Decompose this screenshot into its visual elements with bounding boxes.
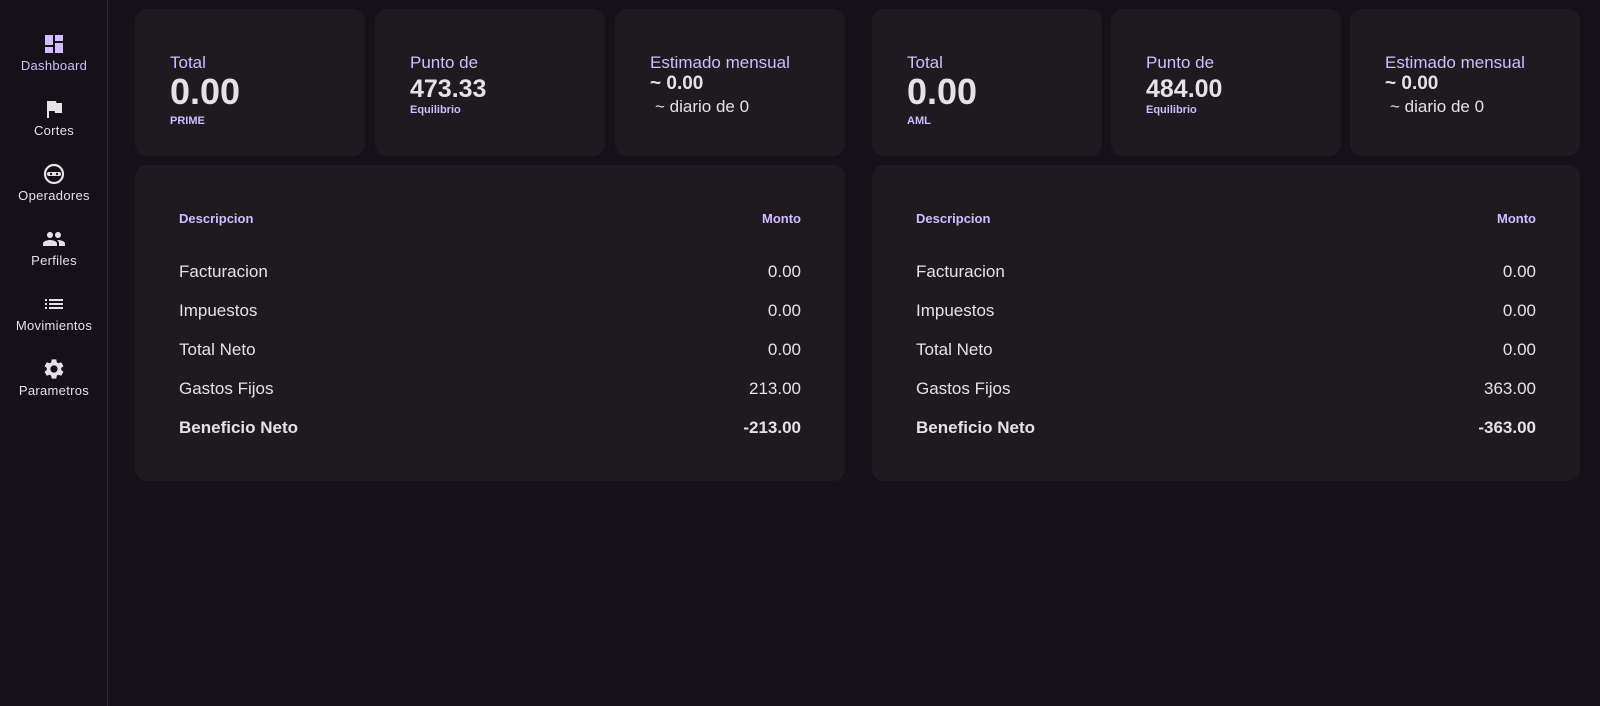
summary-table-aml: Descripcion Monto Facturacion 0.00 Impues… [872, 165, 1580, 481]
total-card-prime: Total 0.00 PRIME [135, 9, 365, 156]
table-row-total: Beneficio Neto -363.00 [916, 418, 1536, 442]
stat-value: ~ 0.00 [1385, 73, 1439, 94]
dashboard-icon [45, 35, 63, 53]
stat-daily: ~ diario de 0 [1390, 97, 1485, 116]
nav-label: Movimientos [15, 318, 93, 333]
row-description: Total Neto [179, 340, 256, 359]
breakeven-card-aml: Punto de 484.00 Equilibrio [1111, 9, 1341, 156]
nav-label: Parametros [18, 383, 90, 398]
stat-sublabel: PRIME [170, 115, 205, 127]
row-description: Facturacion [916, 262, 1005, 281]
table-row: Gastos Fijos 363.00 [916, 379, 1536, 403]
stat-label: Punto de [410, 53, 479, 72]
row-amount: -213.00 [743, 418, 801, 437]
stat-label: Estimado mensual [1385, 53, 1525, 72]
column-header-descripcion: Descripcion [916, 211, 991, 226]
nav-item-cortes[interactable]: Cortes [0, 97, 108, 157]
stat-sublabel: AML [907, 115, 931, 127]
table-row: Gastos Fijos 213.00 [179, 379, 801, 403]
nav-item-operadores[interactable]: Operadores [0, 162, 108, 222]
row-amount: 0.00 [1502, 340, 1536, 359]
row-amount: 0.00 [767, 340, 801, 359]
breakeven-card-prime: Punto de 473.33 Equilibrio [375, 9, 605, 156]
row-amount: 0.00 [767, 262, 801, 281]
stat-label: Estimado mensual [650, 53, 790, 72]
row-description: Impuestos [179, 301, 258, 320]
row-description: Facturacion [179, 262, 268, 281]
face-icon [43, 163, 65, 185]
estimate-card-aml: Estimado mensual ~ 0.00 ~ diario de 0 [1350, 9, 1580, 156]
people-icon [43, 232, 65, 246]
table-row: Impuestos 0.00 [916, 301, 1536, 325]
stat-value: 473.33 [410, 75, 487, 103]
column-header-descripcion: Descripcion [179, 211, 254, 226]
nav-label: Cortes [33, 123, 75, 138]
stat-value: 484.00 [1146, 75, 1223, 103]
row-description: Beneficio Neto [916, 418, 1036, 437]
gear-icon [44, 359, 64, 379]
table-row: Facturacion 0.00 [916, 262, 1536, 286]
flag-icon [47, 101, 62, 118]
navigation-rail: Dashboard Cortes Operadores Perfiles Mov… [0, 0, 108, 706]
row-description: Gastos Fijos [179, 379, 274, 398]
row-amount: 0.00 [767, 301, 801, 320]
table-row-total: Beneficio Neto -213.00 [179, 418, 801, 442]
stat-value: ~ 0.00 [650, 73, 704, 94]
table-row: Facturacion 0.00 [179, 262, 801, 286]
stat-label: Total [170, 53, 206, 72]
column-header-monto: Monto [1497, 211, 1536, 226]
table-row: Total Neto 0.00 [916, 340, 1536, 364]
nav-item-dashboard[interactable]: Dashboard [0, 32, 108, 92]
stat-value: 0.00 [170, 71, 241, 112]
stat-daily: ~ diario de 0 [655, 97, 750, 116]
list-icon [45, 299, 63, 309]
row-amount: 0.00 [1502, 301, 1536, 320]
nav-label: Operadores [18, 188, 90, 203]
stat-sublabel: Equilibrio [410, 104, 461, 116]
nav-item-parametros[interactable]: Parametros [0, 357, 108, 417]
column-header-monto: Monto [762, 211, 801, 226]
total-card-aml: Total 0.00 AML [872, 9, 1102, 156]
nav-label: Dashboard [20, 58, 88, 73]
table-row: Total Neto 0.00 [179, 340, 801, 364]
stat-sublabel: Equilibrio [1146, 104, 1197, 116]
row-description: Gastos Fijos [916, 379, 1011, 398]
nav-item-movimientos[interactable]: Movimientos [0, 292, 108, 352]
nav-item-perfiles[interactable]: Perfiles [0, 227, 108, 287]
row-amount: 0.00 [1502, 262, 1536, 281]
row-amount: 213.00 [749, 379, 801, 398]
table-row: Impuestos 0.00 [179, 301, 801, 325]
stat-label: Punto de [1146, 53, 1215, 72]
row-description: Impuestos [916, 301, 995, 320]
summary-table-prime: Descripcion Monto Facturacion 0.00 Impues… [135, 165, 845, 481]
estimate-card-prime: Estimado mensual ~ 0.00 ~ diario de 0 [615, 9, 845, 156]
row-description: Beneficio Neto [179, 418, 299, 437]
row-description: Total Neto [916, 340, 993, 359]
nav-label: Perfiles [31, 253, 77, 268]
stat-label: Total [907, 53, 943, 72]
row-amount: 363.00 [1484, 379, 1536, 398]
stat-value: 0.00 [907, 71, 978, 112]
row-amount: -363.00 [1478, 418, 1536, 437]
